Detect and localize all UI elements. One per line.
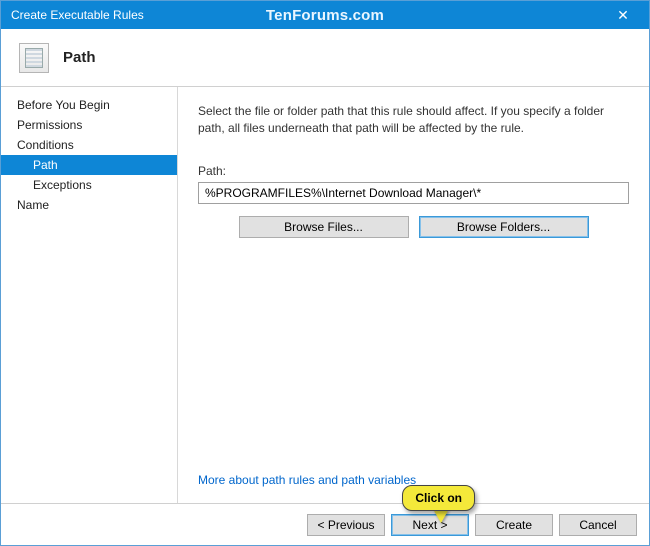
browse-buttons-row: Browse Files... Browse Folders... bbox=[198, 216, 629, 238]
instruction-text: Select the file or folder path that this… bbox=[198, 103, 629, 138]
sidebar-item-conditions[interactable]: Conditions bbox=[1, 135, 177, 155]
main-panel: Select the file or folder path that this… bbox=[178, 87, 649, 503]
next-button[interactable]: Next > bbox=[391, 514, 469, 536]
wizard-footer: < Previous Next > Create Cancel Click on bbox=[1, 503, 649, 545]
rule-icon bbox=[19, 43, 49, 73]
watermark-text: TenForums.com bbox=[266, 7, 384, 24]
sidebar-item-name[interactable]: Name bbox=[1, 195, 177, 215]
page-title: Path bbox=[63, 49, 96, 66]
cancel-button[interactable]: Cancel bbox=[559, 514, 637, 536]
callout-tail bbox=[433, 509, 449, 523]
wizard-body: Before You Begin Permissions Conditions … bbox=[1, 87, 649, 503]
sidebar-item-permissions[interactable]: Permissions bbox=[1, 115, 177, 135]
path-label: Path: bbox=[198, 164, 629, 178]
sidebar-item-exceptions[interactable]: Exceptions bbox=[1, 175, 177, 195]
close-icon[interactable]: ✕ bbox=[603, 1, 643, 29]
steps-sidebar: Before You Begin Permissions Conditions … bbox=[1, 87, 177, 503]
spacer bbox=[198, 238, 629, 473]
document-icon bbox=[25, 48, 43, 68]
sidebar-item-path[interactable]: Path bbox=[1, 155, 177, 175]
browse-folders-button[interactable]: Browse Folders... bbox=[419, 216, 589, 238]
sidebar-item-before-you-begin[interactable]: Before You Begin bbox=[1, 95, 177, 115]
path-input[interactable] bbox=[198, 182, 629, 204]
previous-button[interactable]: < Previous bbox=[307, 514, 385, 536]
browse-files-button[interactable]: Browse Files... bbox=[239, 216, 409, 238]
titlebar: Create Executable Rules TenForums.com ✕ bbox=[1, 1, 649, 29]
create-button[interactable]: Create bbox=[475, 514, 553, 536]
wizard-header: Path bbox=[1, 29, 649, 87]
callout-annotation: Click on bbox=[402, 485, 475, 511]
wizard-window: Create Executable Rules TenForums.com ✕ … bbox=[0, 0, 650, 546]
window-title: Create Executable Rules bbox=[11, 8, 144, 22]
